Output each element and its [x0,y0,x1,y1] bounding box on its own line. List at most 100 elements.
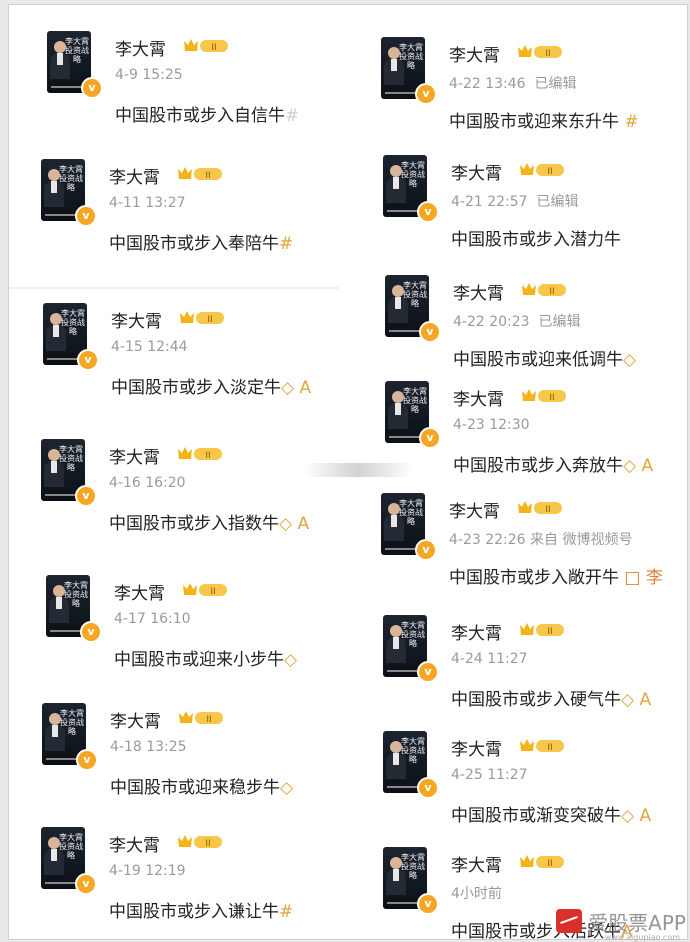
post-time: 4-23 22:26 来自 微博视频号 [449,532,633,548]
weibo-post[interactable]: 李大霄投资战略 v 李大霄 II 4-23 12:30 中国股市或步入奔放牛◇ … [385,381,687,491]
verified-icon: v [419,321,441,343]
weibo-post[interactable]: 李大霄投资战略 v 李大霄 II 4-21 22:57 已编辑 中国股市或步入潜… [383,155,687,265]
svg-text:II: II [547,627,552,637]
post-content[interactable]: 中国股市或步入敞开牛 □ 李 [449,563,663,588]
section-divider [9,287,339,289]
user-name[interactable]: 李大霄 [449,497,500,522]
weibo-post[interactable]: 李大霄投资战略 v 李大霄 II 4-11 13:27 中国股市或步入奉陪牛# [41,159,371,269]
verified-icon: v [417,893,439,915]
post-time: 4-16 16:20 [109,475,186,491]
verified-icon: v [417,201,439,223]
svg-text:II: II [545,49,550,59]
weibo-post[interactable]: 李大霄投资战略 v 李大霄 II 4-16 16:20 中国股市或步入指数牛◇ … [41,439,371,549]
crown-badge-icon[interactable]: II [181,581,229,599]
post-time: 4-24 11:27 [451,651,528,667]
verified-icon: v [415,539,437,561]
weibo-post[interactable]: 李大霄投资战略 v 李大霄 II 4-24 11:27 中国股市或步入硬气牛◇ … [383,615,687,725]
verified-icon: v [75,205,97,227]
post-content[interactable]: 中国股市或迎来低调牛◇ [453,345,636,370]
svg-text:II: II [547,167,552,177]
watermark-text: 爱股票APP [588,910,686,935]
post-time: 4-25 11:27 [451,767,528,783]
svg-text:II: II [549,287,554,297]
svg-text:II: II [207,315,212,325]
post-content[interactable]: 中国股市或迎来稳步牛◇ [110,773,293,798]
verified-icon: v [76,749,98,771]
post-time: 4-21 22:57 已编辑 [451,194,579,210]
weibo-post[interactable]: 李大霄投资战略 v 李大霄 II 4-17 16:10 中国股市或迎来小步牛◇ [46,575,376,685]
weibo-post[interactable]: 李大霄投资战略 v 李大霄 II 4-9 15:25 中国股市或步入自信牛# [47,31,377,141]
crown-badge-icon[interactable]: II [177,709,225,727]
post-time: 4-19 12:19 [109,863,186,879]
post-content[interactable]: 中国股市或步入谦让牛# [109,897,293,922]
crown-badge-icon[interactable]: II [520,387,568,405]
user-name[interactable]: 李大霄 [109,163,160,188]
verified-icon: v [77,349,99,371]
post-content[interactable]: 中国股市或步入潜力牛 [451,225,621,250]
user-name[interactable]: 李大霄 [451,851,502,876]
post-content[interactable]: 中国股市或迎来小步牛◇ [114,645,297,670]
post-content[interactable]: 中国股市或步入奉陪牛# [109,229,293,254]
user-name[interactable]: 李大霄 [451,735,502,760]
weibo-post[interactable]: 李大霄投资战略 v 李大霄 II 4-23 22:26 来自 微博视频号 中国股… [381,493,687,603]
user-name[interactable]: 李大霄 [114,579,165,604]
crown-badge-icon[interactable]: II [518,853,566,871]
weibo-post[interactable]: 李大霄投资战略 v 李大霄 II 4-22 20:23 已编辑 中国股市或迎来低… [385,275,687,385]
watermark: 爱股票APP [556,906,686,936]
post-time: 4-22 20:23 已编辑 [453,314,581,330]
crown-badge-icon[interactable]: II [520,281,568,299]
post-content[interactable]: 中国股市或步入自信牛# [115,101,299,126]
verified-icon: v [415,83,437,105]
weibo-post[interactable]: 李大霄投资战略 v 李大霄 II 4-18 13:25 中国股市或迎来稳步牛◇ [42,703,372,813]
post-time: 4-9 15:25 [115,67,183,83]
post-content[interactable]: 中国股市或渐变突破牛◇ A [451,801,651,826]
user-name[interactable]: 李大霄 [453,385,504,410]
crown-badge-icon[interactable]: II [182,37,230,55]
verified-icon: v [81,77,103,99]
post-time: 4-18 13:25 [110,739,187,755]
svg-text:II: II [205,451,210,461]
watermark-url: www.aigupiao.com [604,933,680,942]
user-name[interactable]: 李大霄 [451,159,502,184]
crown-badge-icon[interactable]: II [176,833,224,851]
post-content[interactable]: 中国股市或迎来东升牛 # [449,107,639,132]
aigupiao-logo-icon [556,909,583,933]
post-time: 4-22 13:46 已编辑 [449,76,577,92]
weibo-post[interactable]: 李大霄投资战略 v 李大霄 II 4-15 12:44 中国股市或步入淡定牛◇ … [43,303,373,413]
weibo-post[interactable]: 李大霄投资战略 v 李大霄 II 4-19 12:19 中国股市或步入谦让牛# [41,827,371,937]
crown-badge-icon[interactable]: II [516,43,564,61]
crown-badge-icon[interactable]: II [176,165,224,183]
crown-badge-icon[interactable]: II [518,161,566,179]
svg-text:II: II [206,715,211,725]
post-content[interactable]: 中国股市或步入淡定牛◇ A [111,373,311,398]
crown-badge-icon[interactable]: II [518,621,566,639]
post-time: 4-23 12:30 [453,417,530,433]
user-name[interactable]: 李大霄 [110,707,161,732]
post-time: 4-15 12:44 [111,339,188,355]
user-name[interactable]: 李大霄 [453,279,504,304]
weibo-post[interactable]: 李大霄投资战略 v 李大霄 II 4-25 11:27 中国股市或渐变突破牛◇ … [383,731,687,841]
crown-badge-icon[interactable]: II [176,445,224,463]
svg-text:II: II [547,859,552,869]
crown-badge-icon[interactable]: II [518,737,566,755]
user-name[interactable]: 李大霄 [109,831,160,856]
svg-text:II: II [547,743,552,753]
verified-icon: v [417,777,439,799]
user-name[interactable]: 李大霄 [115,35,166,60]
verified-icon: v [417,661,439,683]
post-content[interactable]: 中国股市或步入硬气牛◇ A [451,685,651,710]
verified-icon: v [75,485,97,507]
user-name[interactable]: 李大霄 [109,443,160,468]
weibo-post[interactable]: 李大霄投资战略 v 李大霄 II 4-22 13:46 已编辑 中国股市或迎来东… [381,37,687,147]
crown-badge-icon[interactable]: II [516,499,564,517]
post-content[interactable]: 中国股市或步入奔放牛◇ A [453,451,653,476]
user-name[interactable]: 李大霄 [111,307,162,332]
post-content[interactable]: 中国股市或步入指数牛◇ A [109,509,309,534]
post-time: 4小时前 [451,886,502,902]
verified-icon: v [75,873,97,895]
verified-icon: v [80,621,102,643]
user-name[interactable]: 李大霄 [449,41,500,66]
user-name[interactable]: 李大霄 [451,619,502,644]
crown-badge-icon[interactable]: II [178,309,226,327]
svg-text:II: II [549,393,554,403]
